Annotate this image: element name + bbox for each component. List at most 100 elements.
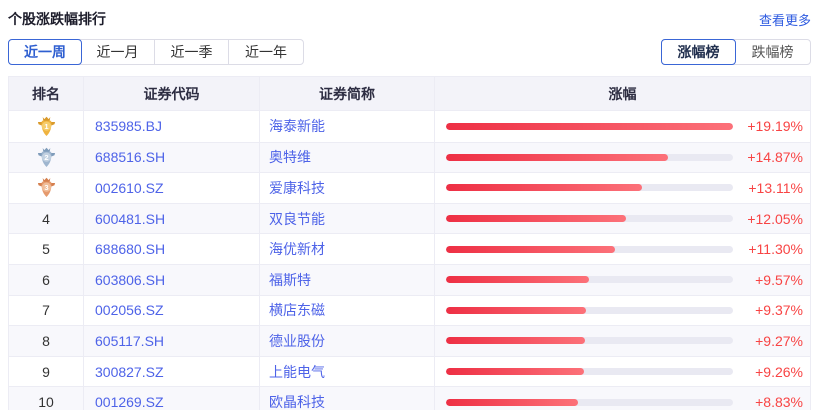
table-row[interactable]: 10 001269.SZ 欧晶科技 +8.83% (9, 386, 810, 410)
stock-name-link[interactable]: 德业股份 (260, 326, 435, 356)
change-value: +14.87% (733, 149, 803, 165)
column-header-change: 涨幅 (435, 77, 810, 110)
rank-cell: 8 (9, 326, 84, 356)
table-body: 1 835985.BJ 海泰新能 +19.19% 2 688516.SH 奥特维… (9, 111, 810, 410)
column-header-rank: 排名 (9, 77, 84, 110)
change-bar-fill (446, 307, 586, 314)
change-value: +9.37% (733, 302, 803, 318)
table-header-row: 排名 证券代码 证券简称 涨幅 (9, 77, 810, 111)
change-bar-fill (446, 337, 585, 344)
stock-code-link[interactable]: 001269.SZ (84, 387, 260, 410)
change-bar-track (446, 215, 733, 222)
change-bar-track (446, 307, 733, 314)
rank-cell: 6 (9, 265, 84, 295)
rank-cell: 1 (9, 111, 84, 142)
stock-code-link[interactable]: 600481.SH (84, 204, 260, 234)
stock-code-link[interactable]: 688516.SH (84, 143, 260, 173)
change-cell: +19.19% (435, 111, 810, 142)
table-row[interactable]: 1 835985.BJ 海泰新能 +19.19% (9, 111, 810, 142)
tab-last-month[interactable]: 近一月 (81, 40, 155, 64)
change-cell: +9.27% (435, 326, 810, 356)
change-cell: +12.05% (435, 204, 810, 234)
tab-losers-board[interactable]: 跌幅榜 (735, 40, 810, 64)
change-cell: +8.83% (435, 387, 810, 410)
table-row[interactable]: 8 605117.SH 德业股份 +9.27% (9, 325, 810, 356)
change-bar-fill (446, 276, 589, 283)
stock-name-link[interactable]: 双良节能 (260, 204, 435, 234)
change-value: +9.26% (733, 364, 803, 380)
change-bar-fill (446, 246, 615, 253)
change-bar-track (446, 337, 733, 344)
change-value: +8.83% (733, 394, 803, 410)
change-bar-track (446, 246, 733, 253)
stock-name-link[interactable]: 上能电气 (260, 357, 435, 387)
change-bar-fill (446, 399, 578, 406)
change-cell: +11.30% (435, 234, 810, 264)
stock-name-link[interactable]: 欧晶科技 (260, 387, 435, 410)
change-bar-fill (446, 368, 584, 375)
stock-code-link[interactable]: 300827.SZ (84, 357, 260, 387)
column-header-name: 证券简称 (260, 77, 435, 110)
change-value: +11.30% (733, 241, 803, 257)
svg-text:2: 2 (44, 153, 48, 162)
table-row[interactable]: 4 600481.SH 双良节能 +12.05% (9, 203, 810, 234)
page-title: 个股涨跌幅排行 (8, 9, 106, 29)
change-value: +9.27% (733, 333, 803, 349)
table-row[interactable]: 6 603806.SH 福斯特 +9.57% (9, 264, 810, 295)
tab-gainers-board[interactable]: 涨幅榜 (661, 39, 736, 65)
change-bar-fill (446, 184, 642, 191)
stock-code-link[interactable]: 002056.SZ (84, 296, 260, 326)
change-value: +19.19% (733, 118, 803, 134)
change-cell: +9.37% (435, 296, 810, 326)
stock-code-link[interactable]: 603806.SH (84, 265, 260, 295)
stock-name-link[interactable]: 海泰新能 (260, 111, 435, 142)
rank-medal-icon: 2 (37, 147, 56, 168)
rank-cell: 5 (9, 234, 84, 264)
rank-cell: 9 (9, 357, 84, 387)
stock-name-link[interactable]: 海优新材 (260, 234, 435, 264)
change-cell: +14.87% (435, 143, 810, 173)
period-tab-group: 近一周 近一月 近一季 近一年 (8, 39, 304, 65)
stock-code-link[interactable]: 605117.SH (84, 326, 260, 356)
change-bar-fill (446, 123, 733, 130)
column-header-code: 证券代码 (84, 77, 260, 110)
stock-name-link[interactable]: 爱康科技 (260, 173, 435, 203)
tab-last-quarter[interactable]: 近一季 (155, 40, 229, 64)
svg-text:3: 3 (44, 183, 48, 192)
stock-name-link[interactable]: 福斯特 (260, 265, 435, 295)
change-cell: +9.26% (435, 357, 810, 387)
table-row[interactable]: 7 002056.SZ 横店东磁 +9.37% (9, 295, 810, 326)
change-bar-fill (446, 215, 626, 222)
rank-cell: 2 (9, 143, 84, 173)
rank-cell: 7 (9, 296, 84, 326)
stock-name-link[interactable]: 横店东磁 (260, 296, 435, 326)
table-row[interactable]: 2 688516.SH 奥特维 +14.87% (9, 142, 810, 173)
change-bar-track (446, 399, 733, 406)
change-bar-track (446, 184, 733, 191)
change-bar-fill (446, 154, 668, 161)
change-cell: +9.57% (435, 265, 810, 295)
tabs-row: 近一周 近一月 近一季 近一年 涨幅榜 跌幅榜 (8, 39, 811, 65)
ranking-table: 排名 证券代码 证券简称 涨幅 1 835985.BJ 海泰新能 +19.19%… (8, 76, 811, 410)
rank-cell: 4 (9, 204, 84, 234)
view-more-link[interactable]: 查看更多 (759, 10, 811, 29)
rank-cell: 10 (9, 387, 84, 410)
stock-code-link[interactable]: 688680.SH (84, 234, 260, 264)
change-bar-track (446, 276, 733, 283)
widget-header: 个股涨跌幅排行 查看更多 (0, 0, 819, 29)
table-row[interactable]: 5 688680.SH 海优新材 +11.30% (9, 233, 810, 264)
stock-name-link[interactable]: 奥特维 (260, 143, 435, 173)
tab-last-year[interactable]: 近一年 (229, 40, 303, 64)
table-row[interactable]: 9 300827.SZ 上能电气 +9.26% (9, 356, 810, 387)
rank-medal-icon: 1 (37, 116, 56, 137)
stock-ranking-widget: 个股涨跌幅排行 查看更多 近一周 近一月 近一季 近一年 涨幅榜 跌幅榜 排名 … (0, 0, 819, 410)
tab-last-week[interactable]: 近一周 (8, 39, 82, 65)
stock-code-link[interactable]: 002610.SZ (84, 173, 260, 203)
change-bar-track (446, 123, 733, 130)
table-row[interactable]: 3 002610.SZ 爱康科技 +13.11% (9, 172, 810, 203)
change-bar-track (446, 154, 733, 161)
change-bar-track (446, 368, 733, 375)
change-value: +13.11% (733, 180, 803, 196)
stock-code-link[interactable]: 835985.BJ (84, 111, 260, 142)
change-value: +9.57% (733, 272, 803, 288)
